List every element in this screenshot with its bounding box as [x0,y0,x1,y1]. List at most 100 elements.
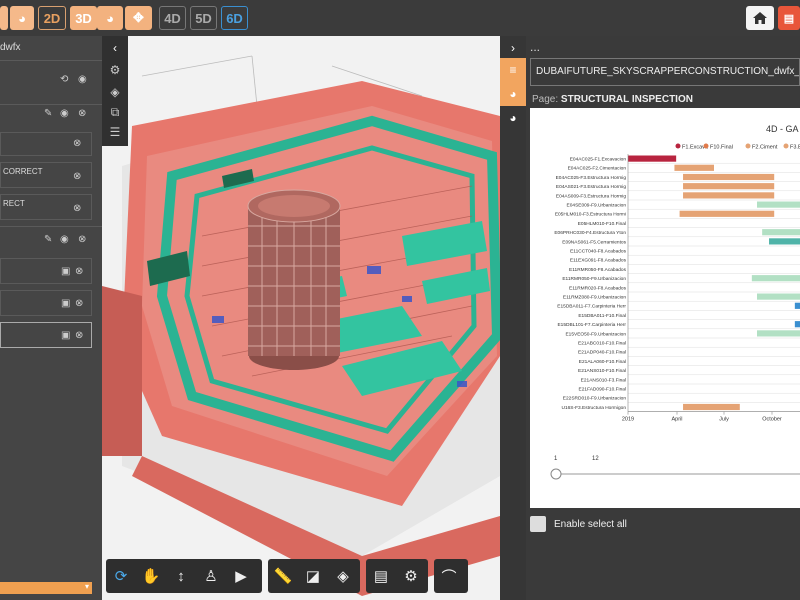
zoom-button[interactable]: ↕ [166,561,196,591]
model-title-field[interactable]: DUBAIFUTURE_SKYSCRAPPERCONSTRUCTION_dwfx… [530,58,800,86]
legend-swatch [703,143,709,149]
section-box-icon: ◪ [305,568,321,585]
close-circle-icon[interactable]: ⊗ [78,234,86,245]
palette-icon[interactable]: ◉ [60,234,69,245]
cube-button[interactable]: ◈ [105,82,125,102]
enable-select-all[interactable]: Enable select all [530,516,627,532]
gantt-bar [757,330,800,337]
gantt-bar [757,201,800,208]
save-icon[interactable]: ▣ [61,298,70,309]
gantt-bar [762,229,800,236]
pie-chart-icon: ◕ [509,111,517,125]
left-panel-dropdown[interactable]: ▾ [0,582,92,594]
legend-swatch [745,143,751,149]
pie-chart-button[interactable]: ◕ [10,6,34,30]
row-label: E21ADP040-F10.Final [578,350,626,356]
walk-button[interactable]: ♙ [196,561,226,591]
close-circle-icon[interactable]: ⊗ [73,138,81,149]
fullscreen-toolbar: ⌒ [434,559,468,593]
navigation-toolbar: ⟳ ✋ ↕ ♙ ▶ [106,559,262,593]
pie-chart-3d-button[interactable]: ◕ [97,6,123,30]
top-toolbar: ◕ 2D 3D ◕ ✥ 4D 5D 6D ▤ [0,0,800,36]
row-label: E04SE009-F9.Urbanizacion [567,203,627,209]
layer-item[interactable]: RECT ⊗ [0,194,92,220]
dim-5d-button[interactable]: 5D [190,6,217,30]
3d-viewport[interactable] [102,36,500,600]
orbit-icon: ⟳ [114,568,128,585]
tab-tasks[interactable]: ≡ [500,58,526,82]
close-circle-icon[interactable]: ⊗ [73,171,81,182]
dim-4d-button[interactable]: 4D [159,6,186,30]
row-label: E21ALA060-F10.Final [579,359,626,365]
properties-button[interactable]: ▤ [366,561,396,591]
section-button[interactable]: ◪ [298,561,328,591]
full-view-button[interactable]: ⌒ [434,561,464,591]
legend-label: F3.Estructu [790,145,800,151]
divider [0,60,102,61]
layer-item[interactable]: CORRECT ⊗ [0,162,92,188]
explode-button[interactable]: ◈ [328,561,358,591]
measure-button[interactable]: 📏 [268,561,298,591]
gantt-chart[interactable]: 4D - GAF1.ExcavaF10.FinalF2.CimentF3.Est… [530,108,800,508]
divider [0,226,102,227]
settings-button[interactable]: ⚙ [396,561,426,591]
camera-button[interactable]: ▶ [226,561,256,591]
chart-panel-button[interactable]: ▤ [778,6,800,30]
history-icon[interactable]: ⟲ [60,74,68,85]
pan-button[interactable]: ✋ [136,561,166,591]
list-button[interactable]: ☰ [105,122,125,142]
layer-item-label: RECT [3,199,25,208]
save-icon[interactable]: ▣ [61,330,70,341]
x-tick-label: April [671,417,682,423]
row-label: E15DBL101-F7.Carpinteria Herr [557,322,626,328]
schedule-panel: › ≡ ◕ ◕ ... DUBAIFUTURE_SKYSCRAPPERCONST… [500,36,800,600]
layer-item-selected[interactable]: ▣ ⊗ [0,322,92,348]
dim-3d-button[interactable]: 3D [70,6,97,30]
view-toggle-button[interactable] [0,6,8,30]
home-button[interactable] [746,6,774,30]
list-edit-icon: ≡ [509,63,517,77]
collapse-left-button[interactable]: ‹ [105,38,125,58]
row-label: E21FAD090-F10.Final [579,387,626,393]
orbit-button[interactable]: ⟳ [106,561,136,591]
close-circle-icon[interactable]: ⊗ [75,266,83,277]
enable-select-all-checkbox[interactable] [530,516,546,532]
row-label: U16S-F3.Estructura Hormigon [561,405,626,411]
cubes-button[interactable]: ⧉ [105,102,125,122]
x-tick-label: 2019 [622,417,634,423]
cube-icon: ◈ [337,568,349,585]
gear-icon: ⚙ [404,568,418,585]
layer-item[interactable]: ▣ ⊗ [0,290,92,316]
dim-6d-button[interactable]: 6D [221,6,248,30]
palette-icon[interactable]: ◉ [60,108,69,119]
row-label: E11CCT040-F8.Acabados [570,249,627,255]
row-label: E04AC025-F3.Estructura Hormig [556,175,627,181]
edit-icon[interactable]: ✎ [44,234,52,245]
timeline-label: 12 [592,456,599,462]
close-circle-icon[interactable]: ⊗ [75,298,83,309]
move-button[interactable]: ✥ [125,6,152,30]
close-circle-icon[interactable]: ⊗ [78,108,86,119]
close-circle-icon[interactable]: ⊗ [73,203,81,214]
timeline-handle [550,468,562,480]
more-menu[interactable]: ... [530,40,540,54]
timeline-label: 1 [554,456,558,462]
gantt-bar [628,155,677,162]
tab-pie[interactable]: ◕ [500,106,526,130]
layer-item[interactable]: ⊗ [0,132,92,156]
close-circle-icon[interactable]: ⊗ [75,330,83,341]
tab-charts[interactable]: ◕ [500,82,526,106]
collapse-right-button[interactable]: › [500,36,526,60]
layer-item[interactable]: ▣ ⊗ [0,258,92,284]
dim-2d-button[interactable]: 2D [38,6,66,30]
settings-tree-button[interactable]: ⚙ [105,60,125,80]
save-icon[interactable]: ▣ [61,266,70,277]
row-label: E05HLM010-F10.Final [578,221,626,227]
gantt-svg: 4D - GAF1.ExcavaF10.FinalF2.CimentF3.Est… [550,124,800,480]
page-name: STRUCTURAL INSPECTION [560,94,693,105]
camera-icon: ▶ [235,568,247,585]
palette-icon[interactable]: ◉ [78,74,87,85]
gantt-bar [794,321,800,328]
layer-item-label: CORRECT [3,167,43,176]
edit-icon[interactable]: ✎ [44,108,52,119]
